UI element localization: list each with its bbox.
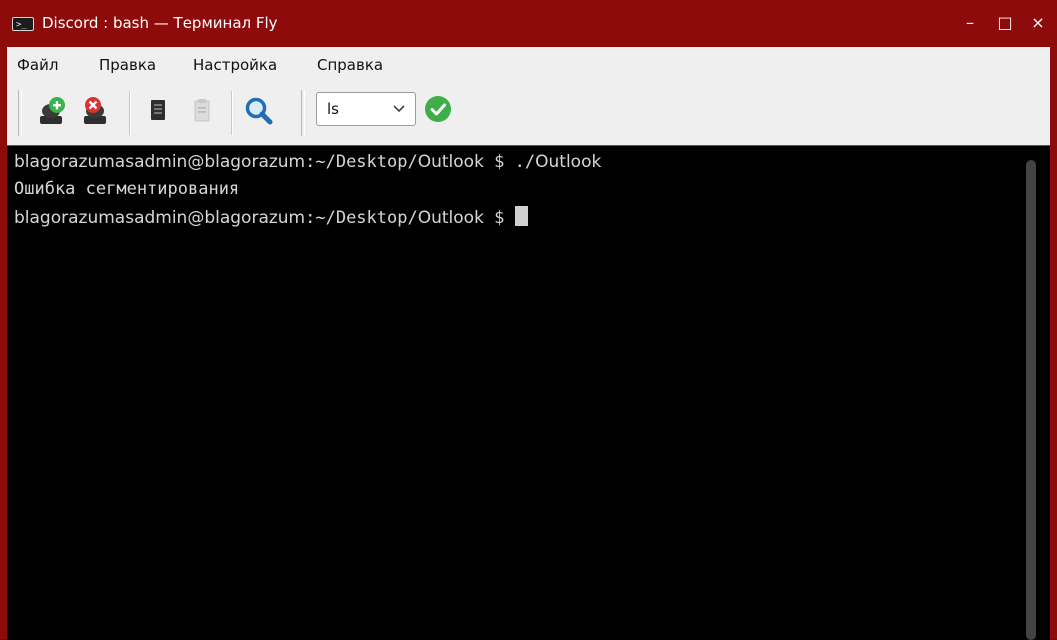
menu-file[interactable]: Файл	[17, 56, 58, 74]
terminal-output[interactable]: blagorazumasadmin@blagorazum:~/Desktop/O…	[7, 145, 1050, 640]
check-icon[interactable]	[423, 94, 453, 124]
terminal-dir: Outlook	[417, 208, 484, 228]
menu-settings[interactable]: Настройка	[193, 56, 277, 74]
terminal-line: blagorazumasadmin@blagorazum:~/Desktop/O…	[14, 206, 528, 228]
search-icon[interactable]	[242, 94, 276, 128]
terminal-user-host: blagorazumasadmin@blagorazum	[14, 152, 306, 172]
toolbar: ls	[7, 79, 1050, 145]
window-title: Discord : bash — Терминал Fly	[42, 14, 278, 32]
terminal-error-line: Ошибка сегментирования	[14, 179, 240, 199]
title-bar[interactable]: >_ Discord : bash — Терминал Fly – □ ×	[0, 0, 1057, 47]
maximize-button[interactable]: □	[993, 12, 1017, 34]
terminal-command-prefix: ./	[514, 152, 536, 172]
chevron-down-icon	[391, 99, 407, 117]
command-select-value: ls	[327, 100, 339, 118]
toolbar-grip[interactable]	[18, 90, 22, 136]
toolbar-grip[interactable]	[301, 90, 305, 136]
minimize-button[interactable]: –	[958, 12, 982, 34]
terminal-path: :~/Desktop/	[305, 152, 418, 172]
terminal-dir: Outlook	[417, 152, 484, 172]
terminal-icon: >_	[12, 17, 34, 31]
copy-icon[interactable]	[141, 94, 175, 128]
terminal-prompt: $	[483, 152, 515, 172]
menu-edit[interactable]: Правка	[99, 56, 156, 74]
terminal-scrollbar[interactable]	[1026, 160, 1036, 640]
toolbar-separator	[129, 91, 130, 135]
terminal-path: :~/Desktop/	[305, 208, 418, 228]
terminal-window: >_ Discord : bash — Терминал Fly – □ × Ф…	[0, 0, 1057, 640]
new-tab-icon[interactable]	[35, 94, 69, 128]
close-button[interactable]: ×	[1026, 12, 1050, 34]
terminal-cursor	[514, 206, 528, 226]
close-tab-icon[interactable]	[79, 94, 113, 128]
terminal-command: Outlook	[535, 152, 602, 172]
paste-icon[interactable]	[185, 94, 219, 128]
terminal-prompt: $	[483, 208, 515, 228]
menu-help[interactable]: Справка	[317, 56, 383, 74]
terminal-user-host: blagorazumasadmin@blagorazum	[14, 208, 306, 228]
menu-bar: Файл Правка Настройка Справка	[7, 47, 1050, 79]
window-frame: Файл Правка Настройка Справка ls blagora…	[7, 47, 1050, 640]
toolbar-separator	[231, 91, 232, 135]
terminal-line: blagorazumasadmin@blagorazum:~/Desktop/O…	[14, 152, 601, 172]
command-select[interactable]: ls	[316, 92, 416, 126]
